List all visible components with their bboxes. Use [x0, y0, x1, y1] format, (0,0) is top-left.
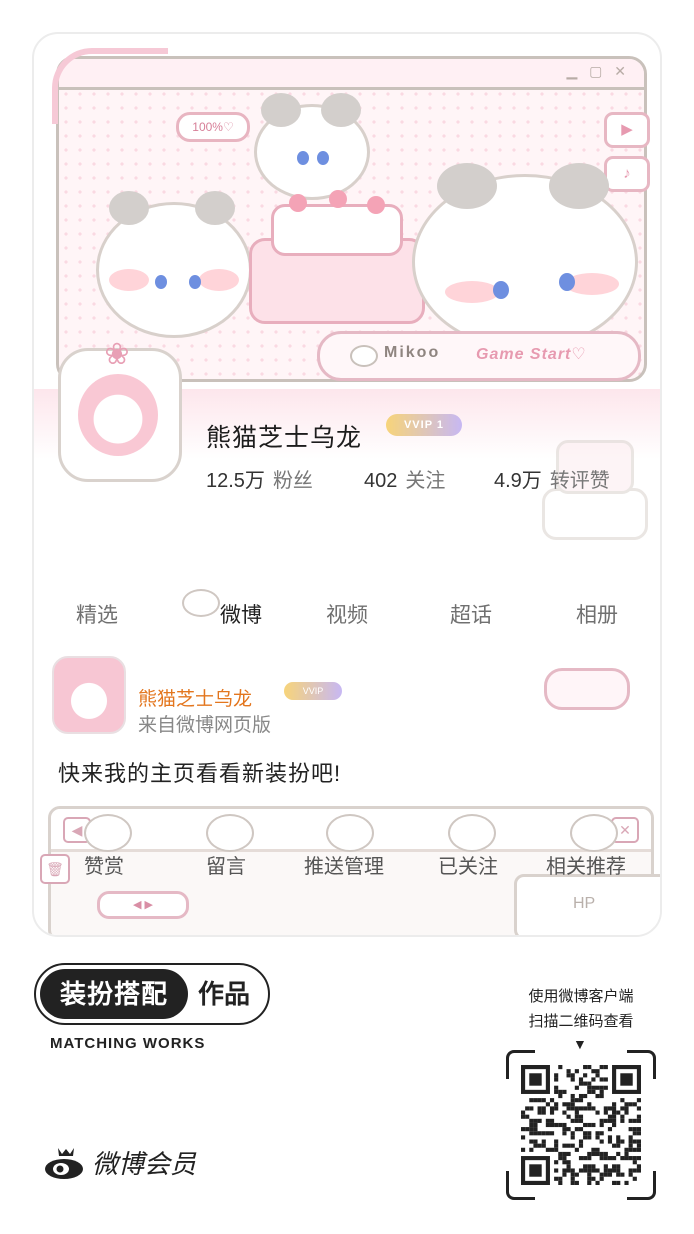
post-vip-badge-icon: VVIP — [284, 682, 342, 700]
qr-hint: 使用微博客户端 扫描二维码查看 — [508, 984, 654, 1034]
vip-badge[interactable]: VVIP 1 — [386, 414, 462, 436]
stat-following[interactable]: 402 关注 — [364, 464, 445, 493]
bow-icon: ❀ — [104, 338, 130, 371]
push-management-button[interactable]: 推送管理 — [304, 850, 384, 879]
bunny-top-decoration — [254, 93, 370, 200]
percent-pill: 100%♡ — [176, 112, 250, 142]
reward-button[interactable]: 赞赏 — [84, 850, 124, 879]
game-bar-name: Mikoo — [384, 344, 441, 361]
tab-featured[interactable]: 精选 — [76, 599, 118, 629]
badge-light-label: 作品 — [198, 979, 251, 1009]
post-author[interactable]: 熊猫芝士乌龙 — [138, 684, 252, 711]
pager-control: ◀ ▶ — [97, 891, 189, 919]
followed-button[interactable]: 已关注 — [438, 850, 498, 879]
profile-card: ▁ ▢ ✕ 100%♡ ▶ ♪ Mikoo Game Start♡ ❀ 熊猫芝士… — [32, 32, 662, 937]
qr-hint-line2: 扫描二维码查看 — [528, 1013, 634, 1030]
bunny-right-decoration — [412, 163, 638, 350]
hp-label: HP — [573, 895, 596, 912]
bunny-recommend-icon — [570, 814, 618, 852]
tab-video[interactable]: 视频 — [326, 599, 368, 629]
stat-value: 4.9万 — [494, 470, 542, 492]
stat-likes[interactable]: 4.9万 转评赞 — [494, 464, 610, 493]
game-start-bar: Mikoo Game Start♡ — [317, 331, 641, 381]
stat-label: 关注 — [405, 470, 446, 492]
brand-text: 微博会员 — [92, 1149, 197, 1179]
bunny-reward-icon — [84, 814, 132, 852]
tab-weibo[interactable]: 微博 — [220, 599, 262, 629]
ribbon-decoration — [52, 48, 168, 124]
avatar-image — [78, 374, 158, 456]
profile-name[interactable]: 熊猫芝士乌龙 — [206, 418, 362, 454]
bunny-left-decoration — [96, 191, 252, 338]
post-source: 来自微博网页版 — [138, 715, 272, 736]
trash-icon: 🗑 — [40, 854, 70, 884]
post-card-decoration — [524, 656, 644, 714]
bunny-tab-indicator-icon — [182, 589, 220, 617]
bunny-push-icon — [326, 814, 374, 852]
cake-decoration — [249, 190, 425, 324]
window-controls-icon: ▁ ▢ ✕ — [566, 63, 630, 79]
profile-tabs: 精选 微博 视频 超话 相册 — [34, 589, 660, 639]
tab-album[interactable]: 相册 — [576, 599, 618, 629]
music-note-icon: ♪ — [604, 156, 650, 192]
message-button[interactable]: 留言 — [206, 850, 246, 879]
tab-supertopic[interactable]: 超话 — [450, 599, 492, 629]
qr-code-image — [521, 1065, 641, 1185]
hp-panel-decoration: HP — [514, 874, 660, 935]
matching-works-subtitle: MATCHING WORKS — [50, 1035, 206, 1052]
stat-followers[interactable]: 12.5万 粉丝 — [206, 464, 313, 493]
qr-hint-line1: 使用微博客户端 — [528, 988, 634, 1005]
stat-label: 转评赞 — [549, 470, 610, 492]
post-avatar[interactable] — [52, 656, 126, 734]
qr-code[interactable] — [506, 1050, 656, 1200]
profile-avatar[interactable]: ❀ — [48, 334, 188, 484]
mini-bunny-icon — [350, 345, 378, 367]
stat-value: 402 — [364, 470, 398, 492]
post-text[interactable]: 快来我的主页看看新装扮吧! — [58, 756, 341, 788]
matching-works-badge: 装扮搭配 作品 — [34, 963, 270, 1025]
related-recommend-button[interactable]: 相关推荐 — [546, 850, 626, 879]
weibo-logo-icon — [45, 1148, 83, 1179]
stat-value: 12.5万 — [206, 470, 265, 492]
bunny-comment-icon — [206, 814, 254, 852]
play-icon: ▶ — [604, 112, 650, 148]
stat-label: 粉丝 — [272, 470, 313, 492]
game-start-label: Game Start♡ — [476, 346, 587, 363]
badge-dark-label: 装扮搭配 — [40, 969, 188, 1019]
bunny-followed-icon — [448, 814, 496, 852]
